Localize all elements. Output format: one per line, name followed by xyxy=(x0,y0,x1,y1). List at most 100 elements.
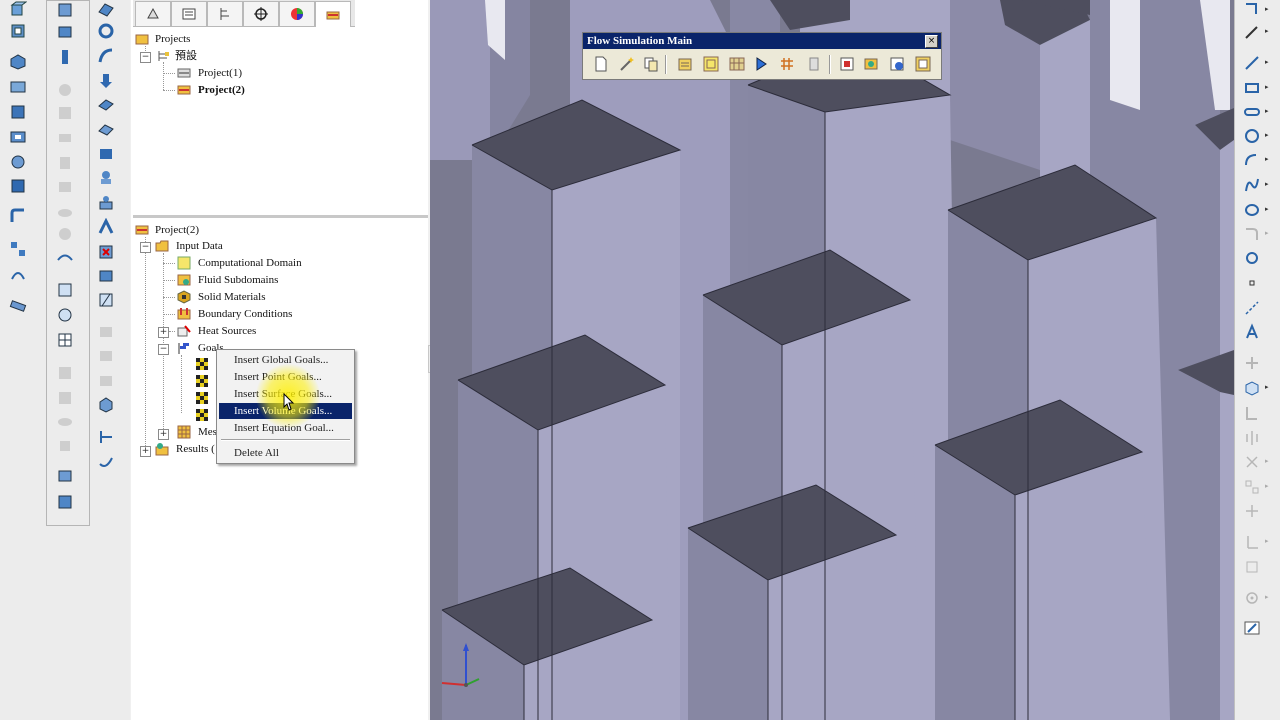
batch-run-button[interactable] xyxy=(861,54,881,74)
deform-icon[interactable] xyxy=(55,225,75,243)
offset-button[interactable] xyxy=(1241,403,1263,423)
mirror-button[interactable] xyxy=(1241,428,1263,448)
rapid-sketch-button[interactable] xyxy=(1241,618,1263,638)
mesh-item[interactable]: Mes xyxy=(198,425,217,439)
quick-snaps-button[interactable]: ▸ xyxy=(1241,588,1269,608)
surface-loft-icon[interactable] xyxy=(96,72,116,90)
swept-boss-icon[interactable] xyxy=(8,53,28,71)
hole-wizard-icon[interactable] xyxy=(55,48,75,66)
project1-item[interactable]: Project(1) xyxy=(198,66,242,80)
stretch-button[interactable] xyxy=(1241,501,1263,521)
dimxpert-tab[interactable] xyxy=(243,1,279,26)
coordinate-system-icon[interactable] xyxy=(55,331,75,349)
toolbar-title[interactable]: Flow Simulation Main xyxy=(583,33,941,49)
surface-sweep-icon[interactable] xyxy=(96,47,116,65)
solid-materials-item[interactable]: Solid Materials xyxy=(198,290,266,304)
surface-revolve-icon[interactable] xyxy=(96,22,116,40)
expand-mesh[interactable]: + xyxy=(158,429,169,440)
configuration-manager-tab[interactable] xyxy=(207,1,243,26)
circle-button[interactable]: ▸ xyxy=(1241,126,1269,146)
panel-splitter[interactable] xyxy=(133,215,428,218)
close-toolbar-button[interactable]: × xyxy=(925,35,938,48)
results-item[interactable]: Results ( xyxy=(176,442,215,456)
delete-face-icon[interactable] xyxy=(55,413,75,431)
flow-sim-options-button[interactable] xyxy=(913,54,933,74)
computational-domain-item[interactable]: Computational Domain xyxy=(198,256,302,270)
clone-project-button[interactable] xyxy=(641,54,661,74)
sketch-button[interactable]: ▸ xyxy=(1241,0,1269,20)
menu-item-delete-all[interactable]: Delete All xyxy=(219,445,352,461)
delete-hole-icon[interactable] xyxy=(96,243,116,261)
move-face-icon[interactable] xyxy=(55,389,75,407)
relations-button[interactable]: ▸ xyxy=(1241,532,1269,552)
offset-surface-icon[interactable] xyxy=(96,169,116,187)
boundary-surface-icon[interactable] xyxy=(96,96,116,114)
point-button[interactable] xyxy=(1241,273,1263,293)
feature-manager-tab[interactable] xyxy=(135,1,171,26)
display-manager-tab[interactable] xyxy=(279,1,315,26)
extruded-boss-icon[interactable] xyxy=(8,0,28,18)
convert-entities-button[interactable]: ▸ xyxy=(1241,378,1269,398)
surface-extrude-icon[interactable] xyxy=(96,0,116,18)
sketch-plane-icon[interactable] xyxy=(96,428,116,446)
arc-button[interactable]: ▸ xyxy=(1241,150,1269,170)
collapse-goals[interactable]: − xyxy=(158,344,169,355)
planar-surface-icon[interactable] xyxy=(96,145,116,163)
run-button[interactable] xyxy=(751,54,771,74)
split-icon[interactable] xyxy=(55,154,75,172)
fluid-subdomains-item[interactable]: Fluid Subdomains xyxy=(198,273,278,287)
fillet-icon[interactable] xyxy=(8,207,28,225)
lofted-boss-icon[interactable] xyxy=(8,78,28,96)
untrim-surface-icon[interactable] xyxy=(96,218,116,236)
intersect-icon[interactable] xyxy=(55,129,75,147)
weldment-icon[interactable] xyxy=(55,493,75,511)
boundary-boss-icon[interactable] xyxy=(8,103,28,121)
revolved-cut-icon[interactable] xyxy=(8,153,28,171)
polygon-button[interactable] xyxy=(1241,248,1263,268)
global-mesh-button[interactable] xyxy=(727,54,747,74)
ellipse-button[interactable]: ▸ xyxy=(1241,200,1269,220)
shell-icon[interactable] xyxy=(55,1,75,19)
show-fluid-cells-button[interactable] xyxy=(803,54,823,74)
curves-icon[interactable] xyxy=(55,251,75,269)
combine-icon[interactable] xyxy=(55,178,75,196)
draft-icon[interactable] xyxy=(55,23,75,41)
extruded-cut-icon[interactable] xyxy=(8,128,28,146)
cut-with-surface-icon[interactable] xyxy=(96,323,116,341)
goal-flag-icon[interactable] xyxy=(195,408,209,422)
flow-simulation-main-toolbar[interactable]: Flow Simulation Main × xyxy=(582,32,942,80)
flex-icon[interactable] xyxy=(55,204,75,222)
extend-surface-icon[interactable] xyxy=(96,372,116,390)
expand-results[interactable]: + xyxy=(140,446,151,457)
computational-domain-button[interactable] xyxy=(701,54,721,74)
collapse-toggle[interactable]: − xyxy=(140,52,151,63)
analysis-root[interactable]: Project(2) xyxy=(155,223,199,237)
thicken-icon[interactable] xyxy=(96,291,116,309)
trim-surface-icon[interactable] xyxy=(96,396,116,414)
collapse-input-data[interactable]: − xyxy=(140,242,151,253)
boundary-conditions-item[interactable]: Boundary Conditions xyxy=(198,307,292,321)
fillet-button[interactable]: ▸ xyxy=(1241,224,1269,244)
property-manager-tab[interactable] xyxy=(171,1,207,26)
instant3d-icon[interactable] xyxy=(55,364,75,382)
measure-icon[interactable] xyxy=(8,297,28,315)
knit-surface-icon[interactable] xyxy=(96,267,116,285)
projects-root[interactable]: Projects xyxy=(155,32,190,46)
wrap-icon[interactable] xyxy=(55,104,75,122)
curve-through-points-icon[interactable] xyxy=(96,452,116,470)
line-button[interactable]: ▸ xyxy=(1241,53,1269,73)
goal-flag-icon[interactable] xyxy=(195,357,209,371)
trim-button[interactable] xyxy=(1241,353,1263,373)
show-basic-mesh-button[interactable] xyxy=(777,54,797,74)
heat-sources-item[interactable]: Heat Sources xyxy=(198,324,256,338)
move-button[interactable]: ▸ xyxy=(1241,452,1269,472)
sheet-metal-icon[interactable] xyxy=(55,467,75,485)
input-data-item[interactable]: Input Data xyxy=(176,239,223,253)
wizard-button[interactable] xyxy=(617,54,637,74)
swept-cut-icon[interactable] xyxy=(8,177,28,195)
slot-button[interactable]: ▸ xyxy=(1241,102,1269,122)
flow-simulation-tab[interactable] xyxy=(315,1,351,27)
repair-sketch-button[interactable] xyxy=(1241,557,1263,577)
linear-pattern-icon[interactable] xyxy=(8,240,28,258)
linear-pattern-button[interactable]: ▸ xyxy=(1241,477,1269,497)
